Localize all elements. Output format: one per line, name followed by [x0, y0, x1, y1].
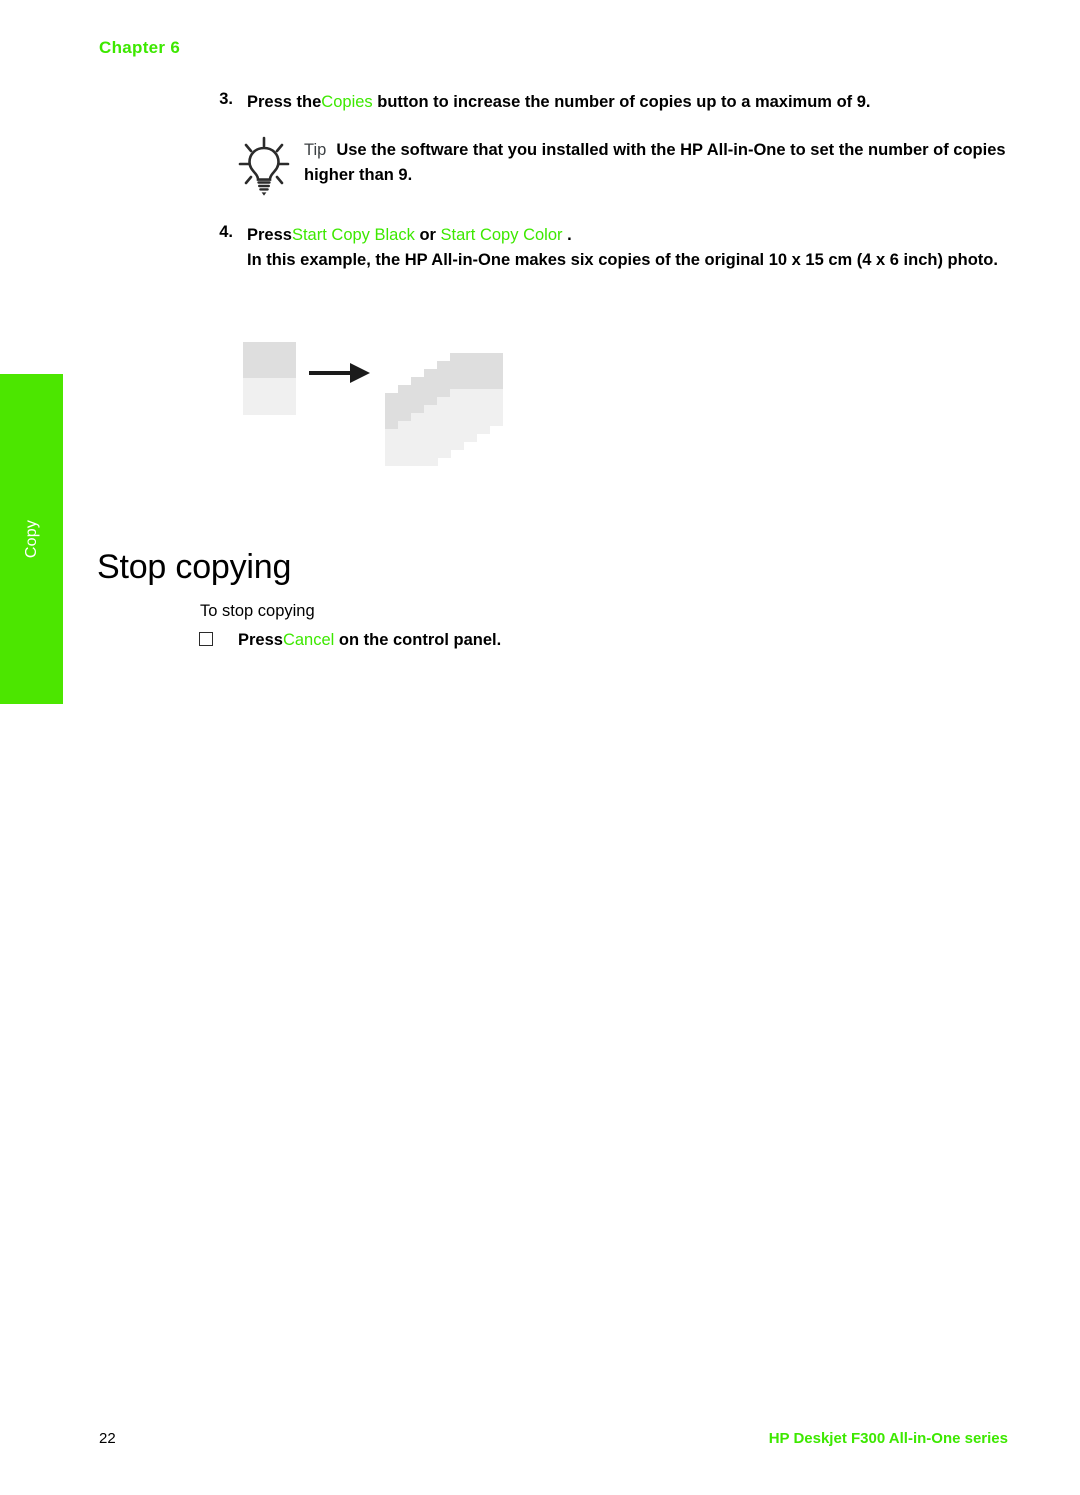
step-4-conjunction: or — [414, 226, 441, 244]
bullet-text: PressCancel on the control panel. — [238, 628, 501, 653]
copy-1 — [450, 353, 503, 426]
step-3-number: 3. — [219, 90, 233, 108]
step-4-detail: In this example, the HP All-in-One makes… — [247, 251, 998, 269]
step-4-text: PressStart Copy Black or Start Copy Colo… — [247, 223, 1042, 273]
step-4-control-start-copy-black: Start Copy Black — [291, 226, 415, 244]
side-tab-label: Copy — [22, 519, 40, 559]
bullet-text-after: on the control panel. — [334, 631, 502, 649]
bullet-text-before: Press — [238, 631, 283, 649]
footer-product-name: HP Deskjet F300 All-in-One series — [768, 1430, 1008, 1447]
tip-body: Use the software that you installed with… — [304, 141, 1006, 184]
lightbulb-icon — [238, 135, 290, 197]
step-3-text-before: Press the — [247, 93, 322, 111]
bullet-box-glyph — [199, 632, 213, 646]
step-4-number: 4. — [219, 223, 233, 241]
original-photo — [243, 342, 296, 415]
step-3-control-copies: Copies — [321, 93, 373, 111]
step-4-text-before: Press — [247, 226, 292, 244]
copy-example-diagram — [230, 330, 530, 510]
procedure-title: To stop copying — [200, 602, 315, 620]
step-3-text: Press theCopies button to increase the n… — [247, 90, 1042, 115]
side-tab-copy: Copy — [0, 374, 63, 704]
step-3-text-after: button to increase the number of copies … — [372, 93, 871, 111]
section-heading: Stop copying — [97, 547, 292, 586]
footer-page-number: 22 — [99, 1430, 116, 1447]
right-arrow — [309, 363, 370, 383]
step-4-control-start-copy-color: Start Copy Color — [440, 226, 563, 244]
copy-stack — [385, 353, 503, 466]
bullet-control-cancel: Cancel — [282, 631, 335, 649]
step-4-text-after: . — [562, 226, 572, 244]
tip-label: Tip — [304, 141, 327, 159]
tip-text: Tip Use the software that you installed w… — [304, 138, 1029, 188]
chapter-header: Chapter 6 — [99, 38, 181, 57]
